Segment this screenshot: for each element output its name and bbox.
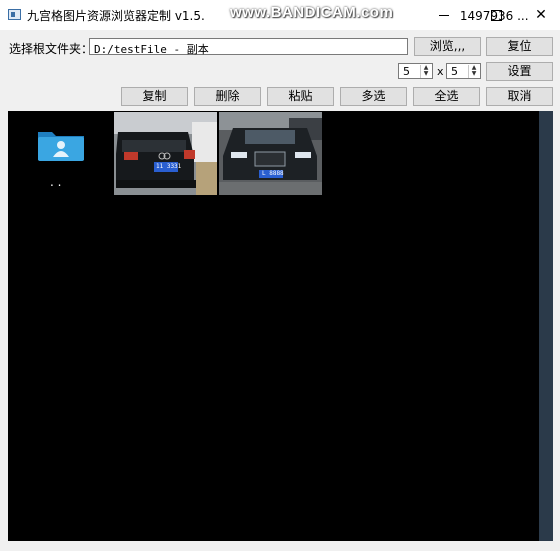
minimize-icon	[439, 14, 449, 16]
grid-rows-value: 5	[403, 65, 410, 78]
root-folder-field[interactable]: D:/testFile - 副本	[89, 38, 408, 56]
spin-arrows-icon[interactable]: ▲ ▼	[468, 65, 479, 78]
close-icon: ✕	[535, 7, 547, 23]
paste-button[interactable]: 粘贴	[267, 87, 334, 106]
select-all-button[interactable]: 全选	[413, 87, 480, 106]
parent-folder-label: . .	[50, 175, 62, 189]
browse-button[interactable]: 浏览,,,	[414, 37, 481, 56]
set-button[interactable]: 设置	[486, 62, 553, 81]
root-folder-label: 选择根文件夹：	[9, 42, 94, 56]
window-title-main: 九宫格图片资源浏览器定制 v1.5.	[27, 9, 205, 23]
copy-button[interactable]: 复制	[121, 87, 188, 106]
grid-cols-spinbox[interactable]: 5 ▲ ▼	[446, 63, 481, 79]
app-icon	[8, 9, 21, 20]
cancel-button[interactable]: 取消	[486, 87, 553, 106]
parent-folder-icon[interactable]	[36, 128, 86, 162]
vertical-scrollbar[interactable]	[539, 111, 553, 541]
image-thumbnail[interactable]: L 8888	[219, 112, 322, 195]
grid-separator: x	[437, 65, 444, 78]
grid-cols-value: 5	[451, 65, 458, 78]
plate-label: L 8888	[262, 170, 284, 177]
grid-rows-spinbox[interactable]: 5 ▲ ▼	[398, 63, 433, 79]
image-thumbnail[interactable]: 11 3331	[114, 112, 217, 195]
plate-label: 11 3331	[156, 163, 182, 170]
spin-arrows-icon[interactable]: ▲ ▼	[420, 65, 431, 78]
delete-button[interactable]: 删除	[194, 87, 261, 106]
title-bar[interactable]: 九宫格图片资源浏览器定制 v1.5. 1497936 ... www.BANDIC…	[0, 0, 560, 30]
maximize-button[interactable]	[473, 0, 519, 30]
maximize-icon	[490, 9, 502, 21]
reset-button[interactable]: 复位	[486, 37, 553, 56]
minimize-button[interactable]	[421, 0, 467, 30]
close-button[interactable]: ✕	[518, 0, 560, 30]
multi-select-button[interactable]: 多选	[340, 87, 407, 106]
bandicam-watermark: www.BANDICAM.com	[230, 4, 394, 21]
